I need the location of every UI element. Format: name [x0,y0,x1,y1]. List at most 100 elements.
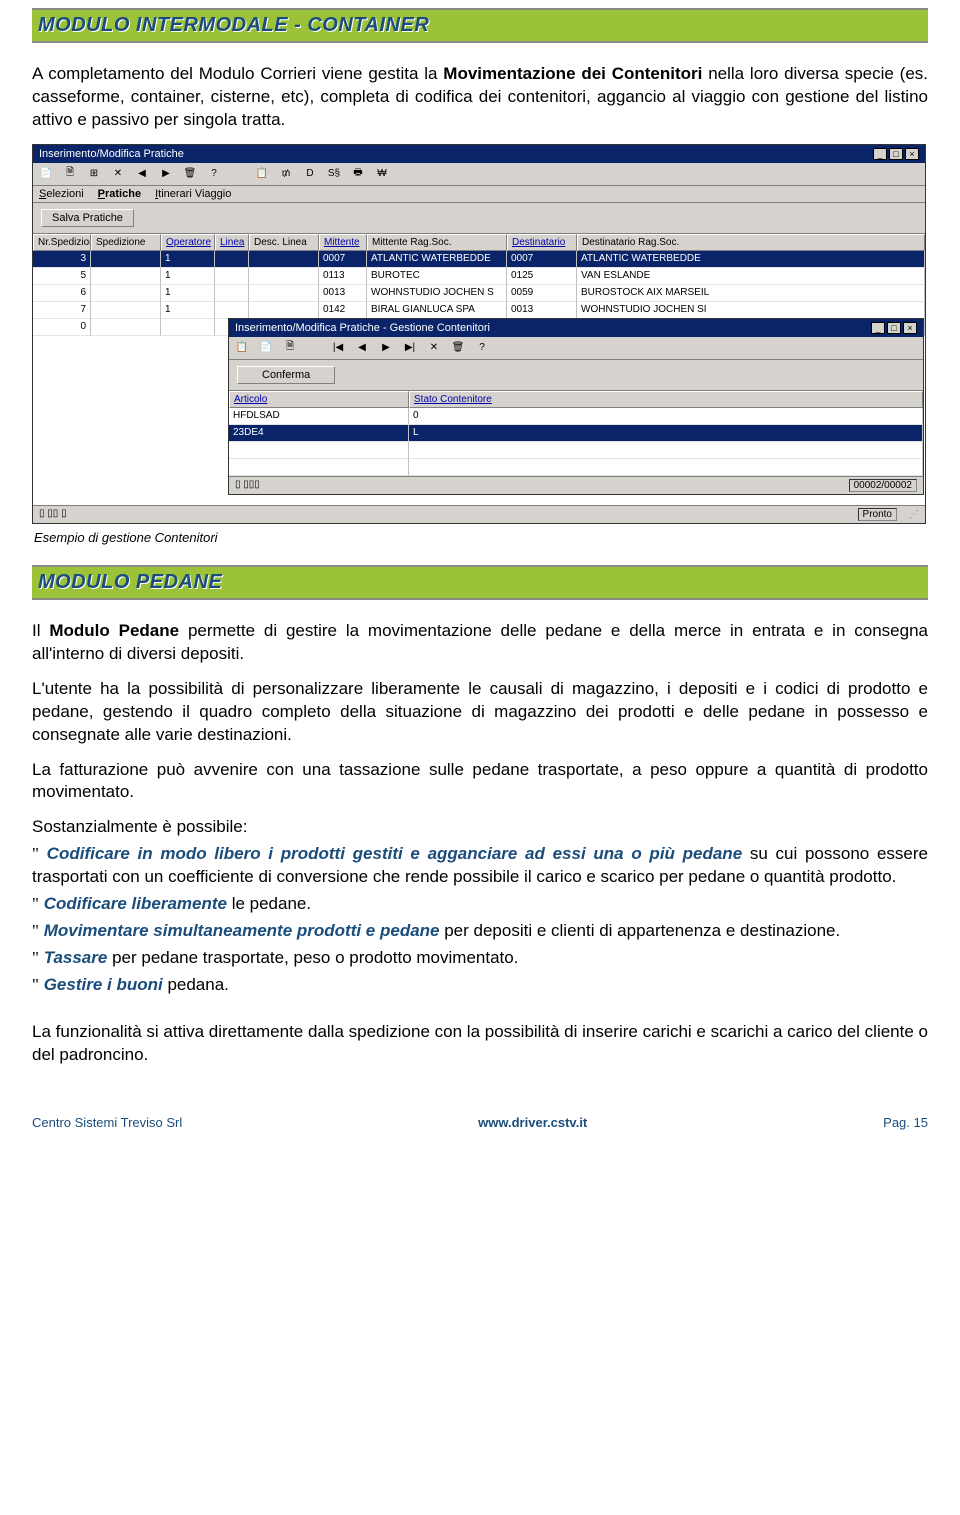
table-row[interactable]: 610013WOHNSTUDIO JOCHEN S0059BUROSTOCK A… [33,285,925,302]
toolbar-icon[interactable]: ▶| [401,340,419,356]
resize-grip-icon[interactable]: ⋰ [909,509,919,520]
table-row[interactable]: 23DE4L [229,425,923,442]
column-header[interactable]: Mittente Rag.Soc. [367,234,507,251]
column-header[interactable]: Linea [215,234,249,251]
minimize-icon[interactable]: _ [873,148,887,160]
cell [91,302,161,319]
column-header[interactable]: Stato Contenitore [409,391,923,408]
save-button[interactable]: Salva Pratiche [41,209,134,227]
cell: BIRAL GIANLUCA SPA [367,302,507,319]
table-row[interactable]: 510113BUROTEC0125VAN ESLANDE [33,268,925,285]
toolbar-icon[interactable]: 🗎 [61,166,79,182]
maximize-icon[interactable]: □ [887,322,901,334]
toolbar-icon[interactable]: 📋 [233,340,251,356]
close-icon[interactable]: × [905,148,919,160]
cell: 1 [161,285,215,302]
column-header[interactable]: Operatore [161,234,215,251]
text-bold: Modulo Pedane [49,621,179,640]
toolbar-icon[interactable]: 🗎 [281,340,299,356]
cell [91,319,161,336]
cell [91,268,161,285]
cell [161,319,215,336]
cell: 1 [161,268,215,285]
pedane-p1: Il Modulo Pedane permette di gestire la … [32,620,928,666]
text: A completamento del Modulo Corrieri vien… [32,64,443,83]
cell [249,251,319,268]
toolbar-icon[interactable]: 🗑 [449,340,467,356]
toolbar-icon[interactable]: 📄 [257,340,275,356]
cell: 7 [33,302,91,319]
minimize-icon[interactable]: _ [871,322,885,334]
column-header[interactable]: Desc. Linea [249,234,319,251]
cell [215,285,249,302]
cell: WOHNSTUDIO JOCHEN S [367,285,507,302]
cell: 0013 [507,302,577,319]
column-header[interactable]: Mittente [319,234,367,251]
table-row[interactable]: 7 1 0142BIRAL GIANLUCA SPA0013WOHNSTUDIO J… [33,302,925,319]
cell: 1 [161,251,215,268]
text-bold: Movimentazione dei Contenitori [443,64,702,83]
cell: BUROTEC [367,268,507,285]
toolbar-icon[interactable]: ✕ [425,340,443,356]
cell: 0007 [507,251,577,268]
maximize-icon[interactable]: □ [889,148,903,160]
toolbar-icon[interactable] [305,340,323,356]
cell: L [409,425,923,442]
footer-page: Pag. 15 [883,1115,928,1130]
cell [249,268,319,285]
column-header[interactable]: Destinatario Rag.Soc. [577,234,925,251]
menu-item[interactable]: Itinerari Viaggio [155,188,231,200]
cell: 1 [161,302,215,319]
toolbar-icon[interactable]: ? [205,166,223,182]
cell: WOHNSTUDIO JOCHEN SI [577,302,925,319]
toolbar-icon[interactable]: ⊞ [85,166,103,182]
app-screenshot: Inserimento/Modifica Pratiche _ □ × 📄 🗎 ⊞ ✕… [32,144,926,524]
toolbar-icon[interactable]: D [301,166,319,182]
confirm-button[interactable]: Conferma [237,366,335,384]
window-title: Inserimento/Modifica Pratiche [39,148,184,160]
status-counter: 00002/00002 [849,479,917,492]
inner-window: Inserimento/Modifica Pratiche - Gestione… [228,318,924,495]
toolbar-icon[interactable]: ₩ [373,166,391,182]
column-header[interactable]: Articolo [229,391,409,408]
toolbar-icon[interactable]: ✕ [109,166,127,182]
toolbar-icon[interactable]: ◀ [133,166,151,182]
toolbar-icon[interactable]: 🗑 [181,166,199,182]
toolbar-icon[interactable] [229,166,247,182]
toolbar-icon[interactable]: |◀ [329,340,347,356]
table-row[interactable]: 310007ATLANTIC WATERBEDDE0007ATLANTIC WA… [33,251,925,268]
pedane-p3: La fatturazione può avvenire con una tas… [32,759,928,805]
toolbar-icon[interactable]: ▶ [377,340,395,356]
cell: 23DE4 [229,425,409,442]
table-row [229,442,923,459]
toolbar-icon[interactable]: S§ [325,166,343,182]
cell: 6 [33,285,91,302]
table-row[interactable]: HFDLSAD0 [229,408,923,425]
close-icon[interactable]: × [903,322,917,334]
column-header[interactable]: Destinatario [507,234,577,251]
toolbar-icon[interactable]: ▶ [157,166,175,182]
cell: 0125 [507,268,577,285]
column-header[interactable]: Spedizione [91,234,161,251]
toolbar-icon[interactable]: 📋 [253,166,271,182]
section-header-intermodale: MODULO INTERMODALE - CONTAINER [32,8,928,43]
toolbar-icon[interactable]: ? [473,340,491,356]
window-buttons: _ □ × [871,322,917,334]
subtoolbar: Salva Pratiche [33,203,925,234]
toolbar-icon[interactable]: 🖶 [349,166,367,182]
cell: 3 [33,251,91,268]
menu-item[interactable]: Selezioni [39,188,84,200]
toolbar-icon[interactable]: ◀ [353,340,371,356]
page-footer: Centro Sistemi Treviso Srl www.driver.cs… [32,1115,928,1130]
toolbar-icon[interactable]: ₥ [277,166,295,182]
cell: 0142 [319,302,367,319]
column-header[interactable]: Nr.Spedizione [33,234,91,251]
screenshot-caption: Esempio di gestione Contenitori [34,530,928,545]
cell: ATLANTIC WATERBEDDE [367,251,507,268]
list-item: " Codificare liberamente le pedane. [32,893,928,916]
titlebar-main: Inserimento/Modifica Pratiche _ □ × [33,145,925,163]
menu-item[interactable]: Pratiche [98,188,141,200]
status-ready: Pronto [858,508,897,521]
list-item: " Codificare in modo libero i prodotti g… [32,843,928,889]
toolbar-icon[interactable]: 📄 [37,166,55,182]
